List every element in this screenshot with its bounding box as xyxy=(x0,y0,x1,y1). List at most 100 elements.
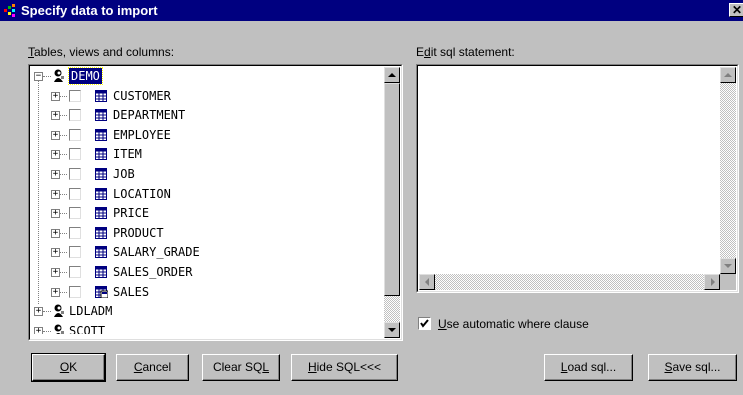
tree-table-employee[interactable]: + EMPLOYEE xyxy=(31,126,399,145)
tree-content: − DEMO + CUSTOMER + DEPARTMENT + EMPLOYEE + ITEM +… xyxy=(31,67,399,334)
tree-connector xyxy=(60,272,67,273)
auto-where-label[interactable]: Use automatic where clause xyxy=(438,317,589,331)
scroll-corner xyxy=(720,274,736,290)
tree-table-item[interactable]: + ITEM xyxy=(31,145,399,164)
arrow-down-icon xyxy=(724,264,732,268)
table-checkbox[interactable] xyxy=(69,246,81,259)
table-name[interactable]: LOCATION xyxy=(113,186,171,202)
table-name[interactable]: SALES_ORDER xyxy=(113,264,192,280)
sql-scroll-left-button[interactable] xyxy=(419,274,435,290)
table-checkbox[interactable] xyxy=(69,128,81,141)
arrow-left-icon xyxy=(425,278,429,286)
expand-toggle-icon[interactable]: + xyxy=(51,189,60,199)
table-checkbox[interactable] xyxy=(69,207,81,220)
table-checkbox[interactable] xyxy=(69,285,81,298)
hide-sql-button[interactable]: Hide SQL<<< xyxy=(291,354,398,381)
table-name[interactable]: JOB xyxy=(113,166,135,182)
tree-connector xyxy=(60,95,67,97)
expand-toggle-icon[interactable]: + xyxy=(51,228,60,238)
table-icon xyxy=(95,109,107,122)
tree-schema-scott[interactable]: + SCOTT xyxy=(31,322,399,334)
table-checkbox[interactable] xyxy=(69,168,81,180)
table-checkbox[interactable] xyxy=(69,226,81,239)
sql-editor[interactable] xyxy=(416,64,739,293)
view-icon xyxy=(95,285,108,298)
table-name[interactable]: CUSTOMER xyxy=(113,88,171,104)
expand-toggle-icon[interactable]: + xyxy=(51,170,60,179)
auto-where-checkbox[interactable] xyxy=(418,317,431,330)
tree-vscrollbar[interactable] xyxy=(384,67,400,338)
tree-table-department[interactable]: + DEPARTMENT xyxy=(31,106,399,125)
expand-toggle-icon[interactable]: + xyxy=(51,111,60,121)
sql-vscrollbar[interactable] xyxy=(720,67,736,274)
expand-toggle-icon[interactable]: + xyxy=(51,150,60,160)
table-checkbox[interactable] xyxy=(69,148,81,161)
expand-toggle-icon[interactable]: + xyxy=(34,326,43,334)
table-name[interactable]: PRICE xyxy=(113,205,149,221)
arrow-right-icon xyxy=(711,278,715,286)
sql-scroll-up-button[interactable] xyxy=(720,67,736,83)
expand-toggle-icon[interactable]: + xyxy=(51,268,60,277)
tree-schema-ldladm[interactable]: + LDLADM xyxy=(31,302,399,321)
table-icon xyxy=(95,168,107,180)
tree-connector xyxy=(43,311,51,313)
sql-scroll-down-button[interactable] xyxy=(720,258,736,274)
scroll-down-button[interactable] xyxy=(384,322,400,338)
table-checkbox[interactable] xyxy=(69,89,81,102)
tree-table-job[interactable]: + JOB xyxy=(31,165,399,184)
expand-toggle-icon[interactable]: + xyxy=(51,248,60,258)
table-checkbox[interactable] xyxy=(69,109,81,122)
tree-table-sales[interactable]: + SALES xyxy=(31,283,399,302)
table-icon xyxy=(95,128,107,141)
tree-table-location[interactable]: + LOCATION xyxy=(31,185,399,204)
window-title: Specify data to import xyxy=(21,3,158,18)
save-sql-button[interactable]: Save sql... xyxy=(648,354,737,381)
table-checkbox[interactable] xyxy=(69,187,81,200)
expand-toggle-icon[interactable]: + xyxy=(51,209,60,219)
tree-connector xyxy=(60,232,67,234)
load-sql-button[interactable]: Load sql... xyxy=(544,354,633,381)
table-name[interactable]: PRODUCT xyxy=(113,225,164,241)
table-name[interactable]: SALES xyxy=(113,284,149,300)
tree-vconnector xyxy=(38,80,39,305)
table-name[interactable]: DEPARTMENT xyxy=(113,107,185,123)
arrow-down-icon xyxy=(388,328,396,332)
tree-view[interactable]: − DEMO + CUSTOMER + DEPARTMENT + EMPLOYEE + ITEM +… xyxy=(28,64,403,341)
scroll-thumb[interactable] xyxy=(384,83,400,296)
schema-user-icon xyxy=(54,69,64,82)
tree-connector xyxy=(60,252,67,254)
tree-connector xyxy=(60,193,67,195)
tree-schema-demo[interactable]: − DEMO xyxy=(31,67,399,86)
schema-user-icon xyxy=(54,304,64,318)
expand-toggle-icon[interactable]: + xyxy=(51,287,60,297)
tree-table-salary_grade[interactable]: + SALARY_GRADE xyxy=(31,243,399,262)
tree-table-price[interactable]: + PRICE xyxy=(31,204,399,223)
close-button[interactable]: ✕ xyxy=(729,3,743,17)
schema-name[interactable]: LDLADM xyxy=(69,303,112,319)
tree-connector xyxy=(60,213,67,215)
scroll-up-button[interactable] xyxy=(384,67,400,83)
title-bar: Specify data to import ✕ xyxy=(0,0,743,21)
table-icon xyxy=(95,266,107,278)
expand-toggle-icon[interactable]: + xyxy=(51,130,60,140)
sql-scroll-right-button[interactable] xyxy=(704,274,720,290)
expand-toggle-icon[interactable]: + xyxy=(51,91,60,101)
tree-table-product[interactable]: + PRODUCT xyxy=(31,224,399,243)
tree-connector xyxy=(43,76,51,77)
table-name[interactable]: SALARY_GRADE xyxy=(113,244,200,260)
schema-name[interactable]: SCOTT xyxy=(69,323,105,334)
sql-hscrollbar[interactable] xyxy=(419,274,720,290)
schema-name[interactable]: DEMO xyxy=(68,67,103,85)
cancel-button[interactable]: Cancel xyxy=(116,354,189,381)
table-name[interactable]: EMPLOYEE xyxy=(113,127,171,143)
ok-button[interactable]: OK xyxy=(31,353,106,382)
table-icon xyxy=(95,226,107,239)
tree-table-customer[interactable]: + CUSTOMER xyxy=(31,87,399,106)
checkmark-icon xyxy=(420,319,429,328)
table-name[interactable]: ITEM xyxy=(113,146,142,162)
clear-sql-button[interactable]: Clear SQL xyxy=(202,354,280,381)
tree-table-sales_order[interactable]: + SALES_ORDER xyxy=(31,263,399,282)
table-checkbox[interactable] xyxy=(69,266,81,278)
sql-text[interactable] xyxy=(421,69,718,272)
expand-toggle-icon[interactable]: + xyxy=(34,307,43,317)
